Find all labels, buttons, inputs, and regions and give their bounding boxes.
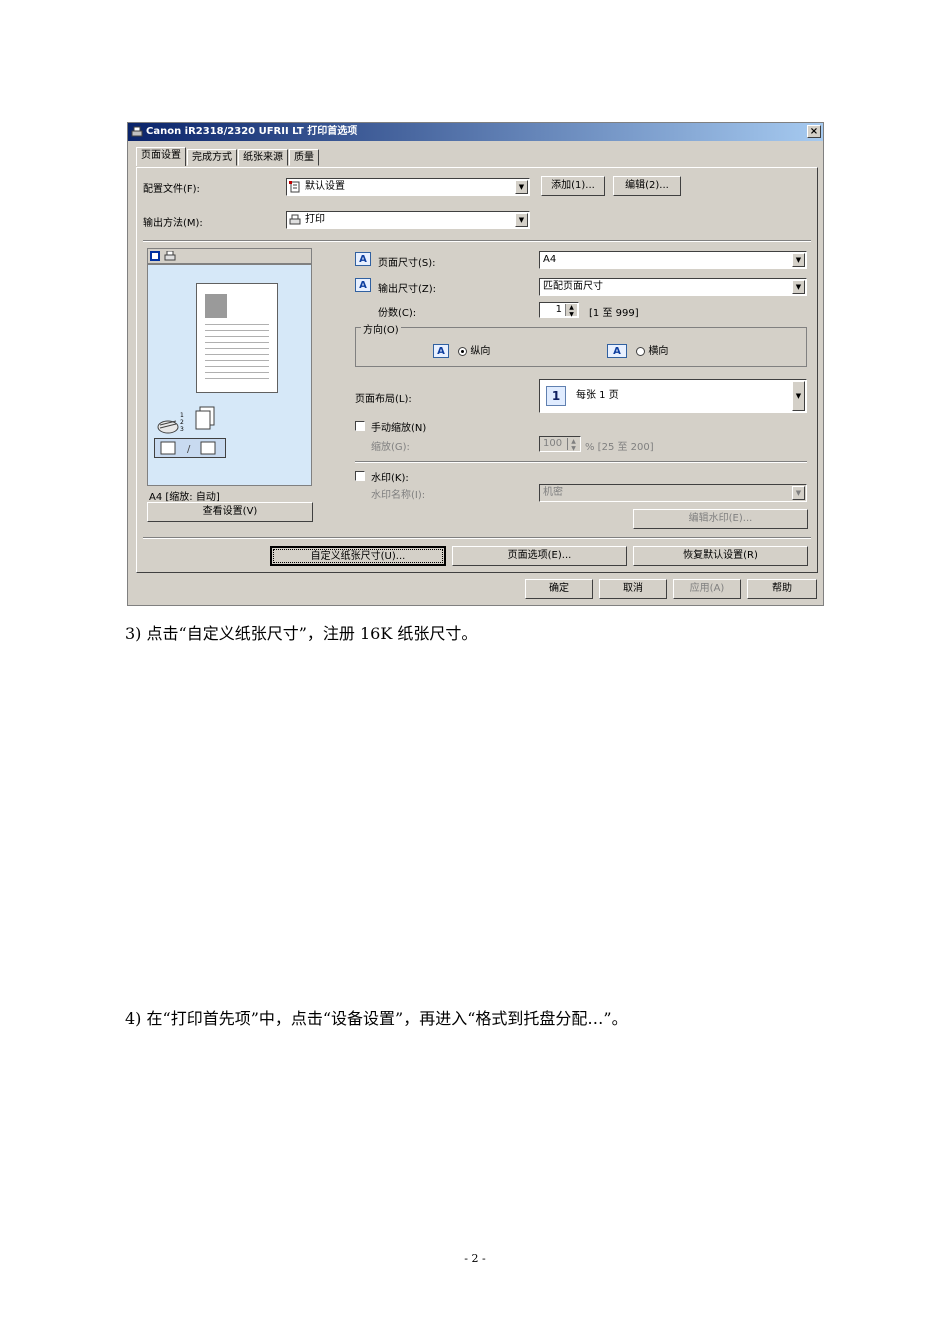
dialog-title: Canon iR2318/2320 UFRII LT 打印首选项 (146, 126, 358, 137)
divider (355, 461, 807, 463)
restore-defaults-button[interactable]: 恢复默认设置(R) (633, 546, 808, 566)
divider (143, 240, 811, 242)
output-size-label: 输出尺寸(Z): (378, 284, 437, 295)
portrait-label: 纵向 (470, 346, 491, 357)
profile-icon (289, 181, 300, 193)
watermark-label: 水印(K): (371, 473, 409, 484)
chevron-down-icon[interactable]: ▼ (792, 381, 805, 411)
copies-value: 1 (555, 304, 562, 315)
page-size-select[interactable]: A4 ▼ (539, 251, 807, 269)
landscape-option[interactable]: A 横向 (607, 342, 668, 358)
apply-button[interactable]: 应用(A) (673, 579, 741, 599)
chevron-down-icon[interactable]: ▼ (515, 213, 528, 227)
svg-text:2: 2 (180, 419, 184, 426)
landscape-icon: A (607, 344, 627, 358)
printer-icon (289, 214, 301, 225)
orientation-label: 方向(O) (361, 321, 401, 336)
portrait-icon: A (433, 344, 449, 358)
collate-icon: 123 (157, 412, 184, 434)
output-method-value: 打印 (305, 214, 325, 225)
spinner-icon[interactable]: ▲ ▼ (565, 304, 577, 318)
page-preview: 123 / (147, 264, 312, 486)
tab-quality[interactable]: 质量 (289, 149, 319, 166)
close-icon[interactable]: × (807, 125, 821, 138)
scaling-range: % [25 至 200] (585, 442, 654, 453)
tab-paper-source[interactable]: 纸张来源 (238, 149, 288, 166)
duplex-toggle[interactable]: / (154, 438, 226, 458)
printer-view-icon[interactable] (164, 251, 176, 261)
help-button[interactable]: 帮助 (747, 579, 817, 599)
portrait-option[interactable]: A 纵向 (433, 342, 490, 358)
output-size-value: 匹配页面尺寸 (543, 281, 603, 292)
svg-text:3: 3 (180, 426, 184, 433)
page-size-label: 页面尺寸(S): (378, 258, 436, 269)
view-settings-button[interactable]: 查看设置(V) (147, 502, 313, 522)
page-options-button[interactable]: 页面选项(E)... (452, 546, 627, 566)
dialog-titlebar: Canon iR2318/2320 UFRII LT 打印首选项 × (128, 123, 823, 141)
manual-scaling-checkbox[interactable] (355, 421, 365, 431)
orientation-group (355, 327, 807, 367)
page-size-icon: A (355, 252, 371, 266)
watermark-checkbox[interactable] (355, 471, 365, 481)
profile-label: 配置文件(F): (143, 184, 200, 195)
custom-paper-size-button[interactable]: 自定义纸张尺寸(U)... (270, 546, 446, 566)
tab-page-setup[interactable]: 页面设置 (136, 147, 186, 166)
copies-stepper[interactable]: 1 ▲ ▼ (539, 302, 579, 318)
copies-range: [1 至 999] (589, 308, 639, 319)
preview-caption: A4 [缩放: 自动] (149, 492, 220, 503)
scaling-value: 100 (543, 438, 563, 449)
portrait-radio[interactable] (458, 346, 468, 356)
landscape-label: 横向 (648, 346, 669, 357)
chevron-down-icon[interactable]: ▼ (792, 486, 805, 500)
page-size-value: A4 (543, 254, 557, 265)
cancel-button[interactable]: 取消 (599, 579, 667, 599)
profile-select[interactable]: 默认设置 ▼ (286, 178, 530, 196)
watermark-name-label: 水印名称(I): (371, 490, 426, 501)
watermark-name-value: 机密 (543, 487, 563, 498)
page-layout-number: 1 (546, 386, 566, 406)
output-method-select[interactable]: 打印 ▼ (286, 211, 530, 229)
page-setup-panel: 配置文件(F): 默认设置 ▼ 添加(1)... 编辑(2)... 输出方法(M… (136, 167, 818, 573)
page-view-icon[interactable] (150, 251, 160, 261)
spinner-icon[interactable]: ▲ ▼ (567, 438, 579, 452)
ok-button[interactable]: 确定 (525, 579, 593, 599)
copies-label: 份数(C): (378, 308, 417, 319)
chevron-down-icon[interactable]: ▼ (792, 280, 805, 294)
printer-app-icon (131, 126, 143, 137)
chevron-down-icon[interactable]: ▼ (792, 253, 805, 267)
duplex-icon: / (160, 441, 216, 455)
preview-page-thumbnail (196, 283, 278, 393)
preview-caption-bar: A4 [缩放: 自动] (147, 488, 312, 503)
tab-bar: 页面设置 完成方式 纸张来源 质量 (136, 147, 320, 167)
output-size-select[interactable]: 匹配页面尺寸 ▼ (539, 278, 807, 296)
svg-text:1: 1 (180, 412, 184, 419)
chevron-down-icon[interactable]: ▼ (515, 180, 528, 194)
divider (143, 537, 811, 539)
step-3-text: 3) 点击“自定义纸张尺寸”，注册 16K 纸张尺寸。 (125, 624, 478, 643)
preview-toolbar (147, 248, 312, 264)
edit-profile-button[interactable]: 编辑(2)... (613, 176, 681, 196)
edit-watermark-button[interactable]: 编辑水印(E)... (633, 509, 808, 529)
step-4-text: 4) 在“打印首先项”中，点击“设备设置”，再进入“格式到托盘分配…”。 (125, 1009, 628, 1028)
output-size-icon: A (355, 278, 371, 292)
svg-text:/: / (187, 444, 191, 455)
page-layout-value: 每张 1 页 (576, 390, 619, 401)
scaling-label: 缩放(G): (371, 442, 410, 453)
copies-stack-icon (195, 406, 215, 430)
tab-finishing[interactable]: 完成方式 (187, 149, 237, 166)
output-method-label: 输出方法(M): (143, 218, 203, 229)
page-layout-label: 页面布局(L): (355, 394, 412, 405)
landscape-radio[interactable] (636, 346, 646, 356)
manual-scaling-label: 手动缩放(N) (371, 423, 427, 434)
page-layout-select[interactable]: 1 每张 1 页 ▼ (539, 379, 807, 413)
add-profile-button[interactable]: 添加(1)... (541, 176, 605, 196)
profile-value: 默认设置 (305, 181, 345, 192)
print-preferences-dialog: Canon iR2318/2320 UFRII LT 打印首选项 × 页面设置 … (127, 122, 824, 606)
watermark-name-select[interactable]: 机密 ▼ (539, 484, 807, 502)
scaling-stepper[interactable]: 100 ▲ ▼ (539, 436, 581, 452)
page-number: - 2 - (464, 1252, 486, 1265)
